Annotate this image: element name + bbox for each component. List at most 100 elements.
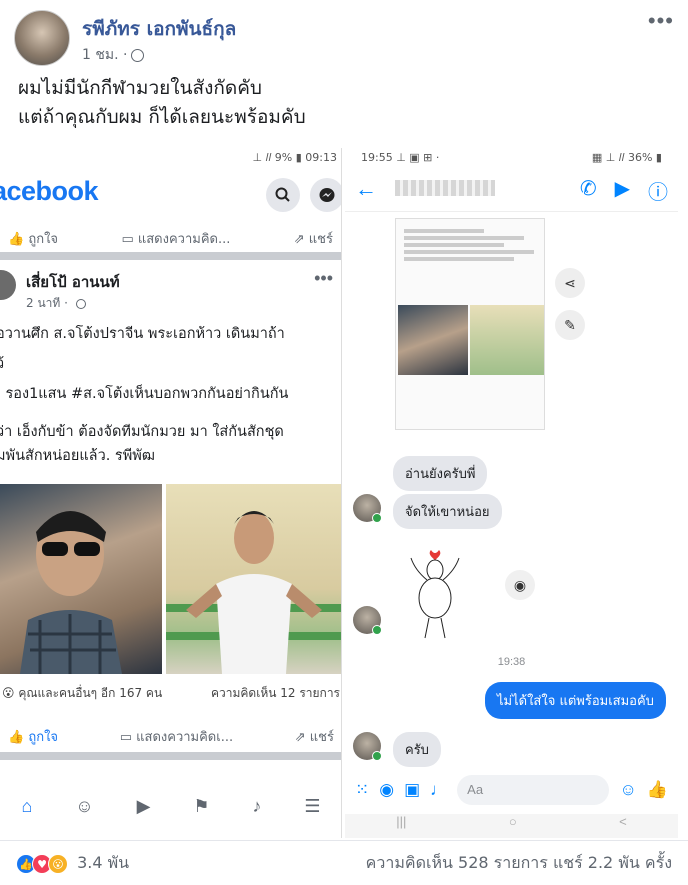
embedded-author-avatar xyxy=(0,270,16,300)
microphone-icon: ♩ xyxy=(430,780,448,799)
gallery-icon: ▣ xyxy=(404,780,421,799)
share-button: ⇗ แชร์ xyxy=(294,729,334,745)
incoming-message: อ่านยังครับพี่ xyxy=(393,456,488,491)
share-label: แชร์ xyxy=(308,231,333,247)
incoming-message: ครับ xyxy=(393,732,441,767)
phone-icon: ✆ xyxy=(579,178,597,200)
share-label: แชร์ xyxy=(309,729,334,745)
embedded-post-header: เสี่ยโป้ อานนท์ 2 นาที · ••• xyxy=(0,260,341,322)
post-meta: 1 ชม. · xyxy=(82,44,145,66)
facebook-screenshot[interactable]: ⊥ 𝑙𝑙 9% ▮ 09:13 acebook 👍 ถูกใจ ▭ แสดงคว… xyxy=(0,148,342,838)
status-time: 19:55 ⊥ ▣ ⊞ · xyxy=(361,151,440,164)
message-composer: ⁙ ◉ ▣ ♩ Aa ☺ 👍 xyxy=(345,770,678,810)
bottom-nav: ⌂ ☺ ▶ ⚑ ♪ ☰ xyxy=(0,784,341,828)
video-call-icon: ▶ xyxy=(614,178,630,200)
comment-button: ▭ แสดงความคิดเ... xyxy=(119,729,234,745)
pages-icon: ⚑ xyxy=(193,795,210,816)
post-text-line: อวานศึก ส.จโต้งปราจีน พระเอกห้าว เดินมาถ… xyxy=(0,326,285,342)
messenger-screenshot[interactable]: 19:55 ⊥ ▣ ⊞ · ▦ ⊥ 𝑙𝑙 36% ▮ ← ✆ ▶ ⓘ ⋖ ✎ อ… xyxy=(345,148,678,838)
post-footer: 👍 ♥ 😮 3.4 พัน ความคิดเห็น 528 รายการ แชร์ … xyxy=(0,840,688,885)
back-icon: < xyxy=(619,814,627,829)
outgoing-message: ไม่ได้ใส่ใจ แต่พร้อมเสมอคับ xyxy=(485,682,666,719)
recents-icon: ||| xyxy=(396,814,407,829)
call-icons: ✆ ▶ ⓘ xyxy=(580,176,668,205)
contact-avatar xyxy=(353,494,382,523)
photo-man-sunglasses xyxy=(0,484,162,674)
preview-line xyxy=(404,229,484,233)
globe-icon xyxy=(75,298,86,309)
preview-line xyxy=(404,243,504,247)
more-options-icon[interactable]: ••• xyxy=(648,8,674,34)
android-nav-bar: ||| ○ < xyxy=(345,814,678,838)
shared-post-preview xyxy=(395,218,545,430)
status-bar: ⊥ 𝑙𝑙 9% ▮ 09:13 xyxy=(0,148,341,168)
preview-photo xyxy=(470,305,544,375)
post-text-line: ว่า เอ็งกับข้า ต้องจัดทีมนักมวย มา ใส่กั… xyxy=(0,424,284,440)
author-avatar[interactable] xyxy=(14,10,70,66)
post-time[interactable]: 1 ชม. · xyxy=(82,47,127,63)
apps-icon: ⁙ xyxy=(355,780,370,799)
author-name[interactable]: รพีภัทร เอกพันธ์กุล xyxy=(82,14,236,44)
menu-icon: ☰ xyxy=(304,795,321,816)
post-header: รพีภัทร เอกพันธ์กุล 1 ชม. · ••• xyxy=(0,0,688,70)
post-caption: ผมไม่มีนักกีฬามวยในสังกัดคับ แต่ถ้าคุณกั… xyxy=(18,74,306,132)
messenger-icon xyxy=(310,178,341,212)
message-input: Aa xyxy=(457,775,610,805)
info-icon: ⓘ xyxy=(648,182,668,204)
camera-icon: ◉ xyxy=(379,780,395,799)
blurred-contact-name xyxy=(395,180,495,196)
reaction-count: 3.4 พัน xyxy=(77,852,130,872)
facebook-top-bar: acebook xyxy=(0,168,341,224)
post-text-line: ว้ xyxy=(0,352,337,376)
notifications-icon: ♪ xyxy=(252,795,262,816)
edit-icon: ✎ xyxy=(555,310,585,340)
messenger-top-bar: ← ✆ ▶ ⓘ xyxy=(345,168,678,212)
back-arrow-icon: ← xyxy=(355,176,377,201)
embedded-time-label: 2 นาที · xyxy=(26,296,72,310)
caption-line: แต่ถ้าคุณกับผม ก็ได้เลยนะพร้อมคับ xyxy=(18,106,306,128)
like-label: ถูกใจ xyxy=(28,231,59,247)
chicken-sticker xyxy=(410,550,460,639)
globe-icon xyxy=(131,48,145,62)
comment-label: แสดงความคิด... xyxy=(137,231,231,247)
comment-label: แสดงความคิดเ... xyxy=(136,729,234,745)
contact-avatar xyxy=(353,732,382,761)
photo-man-tattoos xyxy=(166,484,341,674)
comment-button: ▭ แสดงความคิด... xyxy=(121,231,231,247)
share-icon: ⋖ xyxy=(555,268,585,298)
message-timestamp: 19:38 xyxy=(497,656,526,668)
home-icon: ⌂ xyxy=(21,795,33,816)
home-icon: ○ xyxy=(508,814,517,829)
reaction-label: คุณและคนอื่นๆ อีก 167 คน xyxy=(18,686,163,700)
embedded-post-text: อวานศึก ส.จโต้งปราจีน พระเอกห้าว เดินมาถ… xyxy=(0,322,341,468)
post-text-line: มพันสักหน่อยแล้ว. รพีพัฒ xyxy=(0,448,155,464)
share-button: ⇗ แชร์ xyxy=(293,231,333,247)
like-label: ถูกใจ xyxy=(28,729,59,745)
reaction-count: 😮 คุณและคนอื่นๆ อีก 167 คน xyxy=(2,686,163,700)
wow-reaction-icon: 😮 xyxy=(48,853,68,874)
preview-photo xyxy=(398,305,468,375)
like-button: 👍 ถูกใจ xyxy=(8,231,59,247)
preview-line xyxy=(404,250,534,254)
action-row: 👍 ถูกใจ ▭ แสดงความคิด... ⇗ แชร์ xyxy=(0,224,341,260)
status-bar: 19:55 ⊥ ▣ ⊞ · ▦ ⊥ 𝑙𝑙 36% ▮ xyxy=(345,148,678,168)
preview-line xyxy=(404,257,514,261)
embedded-author-name: เสี่ยโป้ อานนท์ xyxy=(26,273,120,291)
search-icon xyxy=(266,178,300,212)
comment-count: ความคิดเห็น 12 รายการ xyxy=(210,686,340,700)
reactions-summary: 😮 คุณและคนอื่นๆ อีก 167 คน ความคิดเห็น 1… xyxy=(0,684,341,703)
action-row: 👍 ถูกใจ ▭ แสดงความคิดเ... ⇗ แชร์ xyxy=(0,720,341,760)
like-button: 👍 ถูกใจ xyxy=(8,729,59,745)
embedded-post-time: 2 นาที · xyxy=(26,294,86,313)
reactions-summary[interactable]: 👍 ♥ 😮 3.4 พัน xyxy=(16,851,129,876)
contact-avatar xyxy=(353,606,382,635)
incoming-message: จัดให้เขาหน่อย xyxy=(393,494,502,529)
status-battery: ▦ ⊥ 𝑙𝑙 36% ▮ xyxy=(591,151,662,164)
post-photos xyxy=(0,484,341,674)
emoji-icon: ☺ xyxy=(619,780,637,799)
camera-icon: ◉ xyxy=(505,570,535,600)
preview-line xyxy=(404,236,524,240)
engagement-stats[interactable]: ความคิดเห็น 528 รายการ แชร์ 2.2 พัน ครั้… xyxy=(366,851,672,876)
post-text-line: : รอง1แสน #ส.จโต้งเห็นบอกพวกกันอย่ากินกั… xyxy=(0,386,289,402)
groups-icon: ☺ xyxy=(75,795,94,816)
